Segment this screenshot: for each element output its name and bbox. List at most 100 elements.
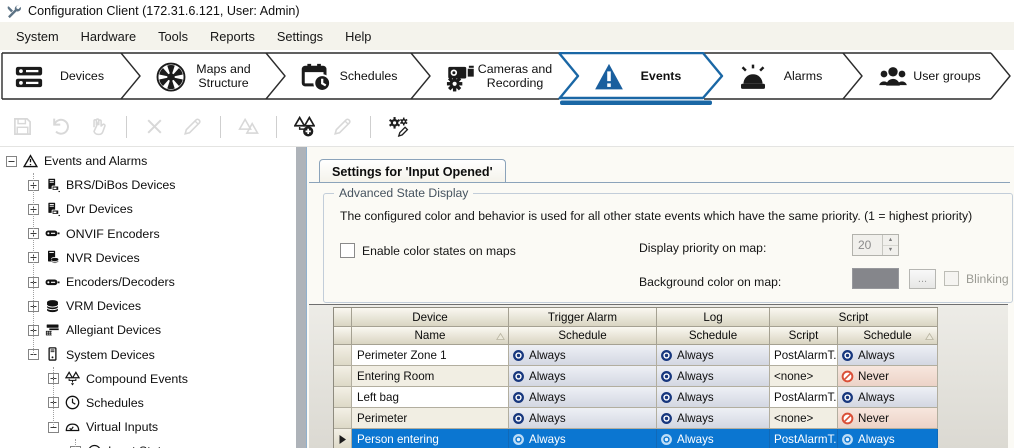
menu-help[interactable]: Help [334, 24, 382, 49]
nav-tab-devices[interactable]: Devices [2, 52, 140, 100]
display-priority-spinner[interactable]: 20 ▲ ▼ [852, 234, 899, 256]
toolbar-script-editor-icon[interactable] [388, 116, 409, 137]
tree-item-system-devices[interactable]: System Devices [0, 343, 296, 367]
menu-settings[interactable]: Settings [266, 24, 334, 49]
tree-item-brs-dibos-devices[interactable]: BRS/DiBos Devices [0, 173, 296, 197]
splitter[interactable] [296, 147, 306, 448]
cell-log-schedule[interactable]: Always [657, 387, 770, 408]
col-header-script[interactable]: Script [770, 327, 838, 345]
row-header[interactable] [334, 408, 352, 429]
row-header[interactable] [334, 366, 352, 387]
spinner-up-icon[interactable]: ▲ [883, 235, 898, 246]
app-window: Configuration Client (172.31.6.121, User… [0, 0, 1014, 448]
schedule-value: Always [529, 349, 566, 362]
spinner-down-icon[interactable]: ▼ [883, 246, 898, 256]
tree-item-label: NVR Devices [66, 251, 140, 265]
table-row-perimeter[interactable]: Perimeter Always Always <none> Never [334, 408, 938, 429]
tab-settings-for-input-opened[interactable]: Settings for 'Input Opened' [319, 159, 506, 183]
tree-item-nvr-devices[interactable]: NVR Devices [0, 246, 296, 270]
tree-item-label: Virtual Inputs [86, 420, 158, 434]
blinking-checkbox[interactable] [944, 271, 959, 286]
col-group-trigger-alarm[interactable]: Trigger Alarm [509, 308, 657, 327]
col-header-script-schedule[interactable]: Schedule [838, 327, 938, 345]
cell-script-schedule[interactable]: Always [838, 345, 938, 366]
table-row-entering-room[interactable]: Entering Room Always Always <none> Never [334, 366, 938, 387]
cell-name[interactable]: Left bag [352, 387, 509, 408]
tree-item-onvif-encoders[interactable]: ONVIF Encoders [0, 222, 296, 246]
cell-trigger-schedule[interactable]: Always [509, 429, 657, 448]
nav-tab-user-groups[interactable]: User groups [862, 52, 1010, 100]
tree-item-encoders-decoders[interactable]: Encoders/Decoders [0, 270, 296, 294]
cell-log-schedule[interactable]: Always [657, 429, 770, 448]
nav-tab-alarms[interactable]: Alarms [722, 52, 862, 100]
nav-tab-cameras-and-recording[interactable]: Cameras and Recording [430, 52, 578, 100]
tree-item-dvr-devices[interactable]: Dvr Devices [0, 197, 296, 221]
col-group-log[interactable]: Log [657, 308, 770, 327]
cell-name[interactable]: Perimeter Zone 1 [352, 345, 509, 366]
tree-item-allegiant-devices[interactable]: Allegiant Devices [0, 318, 296, 342]
col-group-device[interactable]: Device [352, 308, 509, 327]
tree-item-input-stat[interactable]: Input Stat [0, 439, 296, 448]
cell-trigger-schedule[interactable]: Always [509, 345, 657, 366]
background-color-swatch[interactable] [852, 268, 899, 289]
expander-minus[interactable] [6, 156, 17, 167]
dvr-device-icon [45, 202, 60, 217]
nvr-device-icon [45, 250, 60, 265]
cell-trigger-schedule[interactable]: Always [509, 366, 657, 387]
cell-trigger-schedule[interactable]: Always [509, 408, 657, 429]
table-row-perimeter-zone-1[interactable]: Perimeter Zone 1 Always Always PostAlarm… [334, 345, 938, 366]
col-header-log-schedule[interactable]: Schedule [657, 327, 770, 345]
window-title: Configuration Client (172.31.6.121, User… [28, 4, 300, 18]
row-header[interactable] [334, 345, 352, 366]
toolbar-separator [126, 116, 127, 138]
content-area: Events and Alarms BRS/DiBos Devices Dvr … [0, 147, 1014, 448]
row-header[interactable] [334, 387, 352, 408]
cell-script-schedule[interactable]: Never [838, 408, 938, 429]
table-row-person-entering[interactable]: Person entering Always Always PostAlarmT… [334, 429, 938, 448]
nav-tab-schedules[interactable]: Schedules [285, 52, 430, 100]
nav-tab-maps-and-structure[interactable]: Maps and Structure [140, 52, 285, 100]
cell-script[interactable]: PostAlarmT... [770, 387, 838, 408]
col-header-name[interactable]: Name [352, 327, 509, 345]
maps-structure-icon [156, 62, 186, 92]
tree-item-label: Events and Alarms [44, 154, 147, 168]
tree-item-virtual-inputs[interactable]: Virtual Inputs [0, 415, 296, 439]
toolbar-pan-icon [88, 116, 109, 137]
cell-script[interactable]: PostAlarmT... [770, 345, 838, 366]
browse-color-button[interactable]: ... [909, 269, 936, 289]
tree-item-vrm-devices[interactable]: VRM Devices [0, 294, 296, 318]
menu-tools[interactable]: Tools [147, 24, 199, 49]
tree-item-schedules[interactable]: Schedules [0, 391, 296, 415]
table-row-left-bag[interactable]: Left bag Always Always PostAlarmT... Alw… [334, 387, 938, 408]
cell-script[interactable]: <none> [770, 408, 838, 429]
tree-item-events-and-alarms[interactable]: Events and Alarms [0, 149, 296, 173]
row-header[interactable] [334, 429, 352, 448]
cell-name[interactable]: Entering Room [352, 366, 509, 387]
menu-hardware[interactable]: Hardware [70, 24, 147, 49]
enable-color-states-checkbox[interactable] [340, 243, 355, 258]
cell-log-schedule[interactable]: Always [657, 366, 770, 387]
tree-item-compound-events[interactable]: Compound Events [0, 367, 296, 391]
never-icon [841, 370, 854, 383]
toolbar-add-compound-event-icon[interactable] [294, 116, 315, 137]
nav-tab-label: User groups [906, 52, 988, 100]
col-group-script[interactable]: Script [770, 308, 938, 327]
cell-name[interactable]: Person entering [352, 429, 509, 448]
cell-script-schedule[interactable]: Always [838, 429, 938, 448]
cell-script[interactable]: <none> [770, 366, 838, 387]
cell-script-schedule[interactable]: Never [838, 366, 938, 387]
always-icon [841, 349, 854, 362]
col-header-trigger-schedule[interactable]: Schedule [509, 327, 657, 345]
cell-log-schedule[interactable]: Always [657, 408, 770, 429]
cell-script[interactable]: PostAlarmT... [770, 429, 838, 448]
cell-trigger-schedule[interactable]: Always [509, 387, 657, 408]
menu-reports[interactable]: Reports [199, 24, 266, 49]
nav-tab-events[interactable]: Events [578, 52, 722, 100]
menu-system[interactable]: System [5, 24, 70, 49]
events-icon [594, 62, 624, 92]
cell-name[interactable]: Perimeter [352, 408, 509, 429]
compound-events-icon [65, 371, 80, 386]
nav-tab-label: Cameras and Recording [474, 52, 556, 100]
cell-script-schedule[interactable]: Always [838, 387, 938, 408]
cell-log-schedule[interactable]: Always [657, 345, 770, 366]
